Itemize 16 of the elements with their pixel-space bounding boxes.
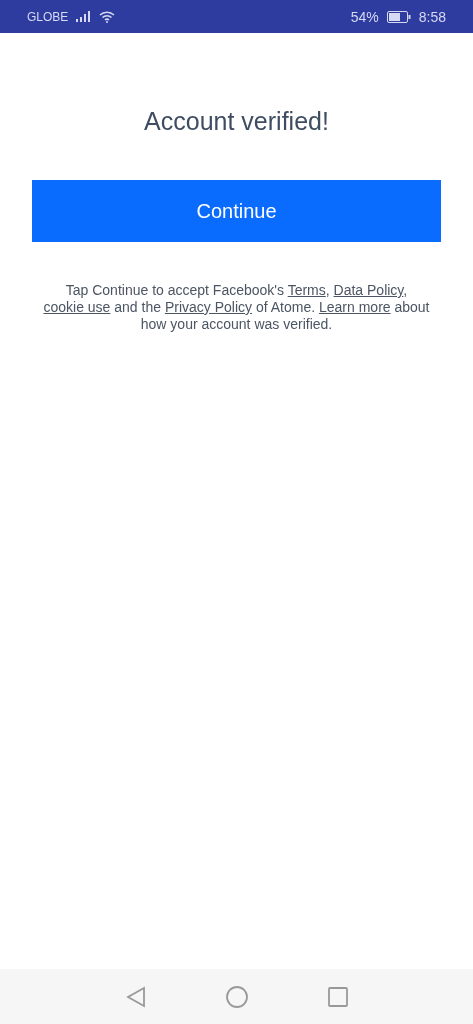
page-title: Account verified! xyxy=(144,107,329,136)
carrier-name: GLOBE xyxy=(27,9,69,24)
battery-percent: 54% xyxy=(350,8,379,25)
home-icon[interactable] xyxy=(225,985,248,1008)
continue-button[interactable]: Continue xyxy=(32,180,441,242)
consent-notice: Tap Continue to accept Facebook's Terms, Data Policy, cookie use and the Privacy Policy of Atome. Learn more about how your account was verified. xyxy=(42,282,431,333)
back-icon[interactable] xyxy=(125,985,146,1008)
policy-link[interactable]: cookie use xyxy=(43,299,111,315)
policy-link[interactable]: Privacy Policy xyxy=(164,299,253,315)
signal-icon xyxy=(76,11,92,22)
clock-time: 8:58 xyxy=(418,8,446,25)
wifi-icon xyxy=(99,10,116,23)
policy-link[interactable]: Learn more xyxy=(319,299,391,315)
recents-icon[interactable] xyxy=(327,986,348,1007)
battery-icon xyxy=(386,10,411,23)
policy-link[interactable]: Terms xyxy=(287,282,326,298)
